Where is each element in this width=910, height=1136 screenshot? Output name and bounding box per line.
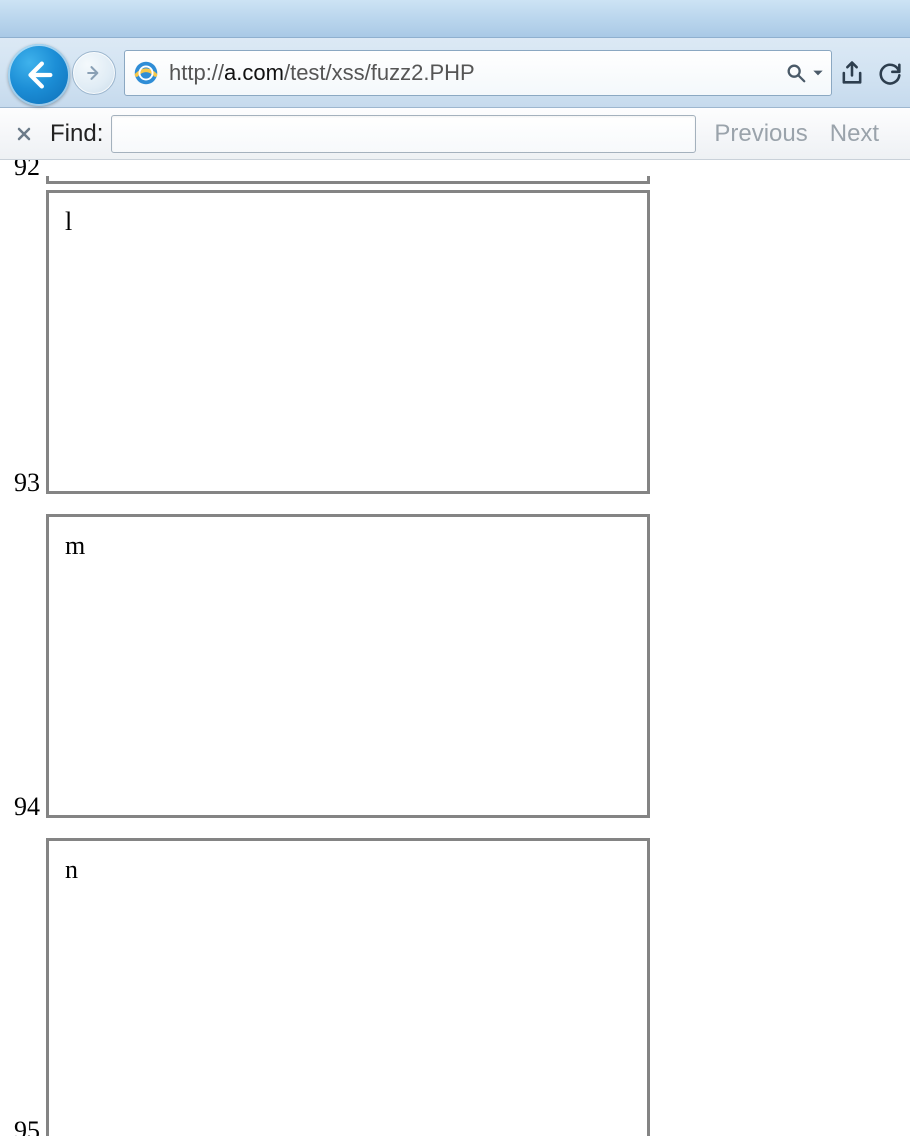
share-button[interactable] <box>838 59 866 87</box>
row-number: 93 <box>14 468 46 498</box>
back-button[interactable] <box>8 44 70 106</box>
url-path: /test/xss/fuzz2.PHP <box>284 60 475 85</box>
url-domain: a.com <box>224 60 284 85</box>
iframe-box[interactable]: m <box>46 514 650 818</box>
find-bar: Find: Previous Next <box>0 108 910 160</box>
close-icon <box>16 126 32 142</box>
forward-arrow-icon <box>84 63 104 83</box>
iframe-content: l <box>65 207 631 237</box>
navigation-bar: http://a.com/test/xss/fuzz2.PHP <box>0 38 910 108</box>
row-number: 95 <box>14 1116 46 1136</box>
find-input[interactable] <box>111 115 696 153</box>
refresh-button[interactable] <box>876 59 904 87</box>
close-find-button[interactable] <box>10 120 38 148</box>
toolbar-icons <box>838 59 906 87</box>
page-content: 92 93 l 94 m 95 n <box>0 160 910 1136</box>
find-nav: Previous Next <box>714 120 879 148</box>
back-arrow-icon <box>22 58 56 92</box>
iframe-box[interactable]: l <box>46 190 650 494</box>
chevron-down-icon <box>811 66 825 80</box>
row-number: 94 <box>14 792 46 822</box>
find-previous-button[interactable]: Previous <box>714 120 807 148</box>
iframe-box-partial <box>46 176 650 184</box>
forward-button[interactable] <box>72 51 116 95</box>
row-number: 92 <box>14 160 46 182</box>
iframe-content: m <box>65 531 631 561</box>
iframe-content: n <box>65 855 631 885</box>
url-text: http://a.com/test/xss/fuzz2.PHP <box>169 60 475 86</box>
find-next-button[interactable]: Next <box>830 120 879 148</box>
share-icon <box>838 59 866 87</box>
url-prefix: http:// <box>169 60 224 85</box>
iframe-box[interactable]: n <box>46 838 650 1136</box>
address-bar[interactable]: http://a.com/test/xss/fuzz2.PHP <box>124 50 832 96</box>
find-label: Find: <box>50 120 103 148</box>
ie-logo-icon <box>131 58 161 88</box>
search-icon <box>785 62 807 84</box>
window-titlebar <box>0 0 910 38</box>
search-button[interactable] <box>785 62 807 84</box>
refresh-icon <box>876 59 904 87</box>
search-dropdown[interactable] <box>811 66 825 80</box>
